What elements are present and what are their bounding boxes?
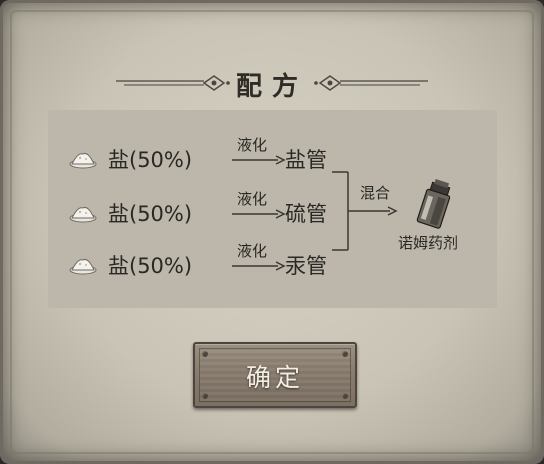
nail-icon — [202, 351, 208, 357]
nail-icon — [342, 351, 348, 357]
right-ornament-icon — [314, 75, 428, 91]
product-label: 诺姆药剂 — [398, 234, 459, 252]
title-bar: 配方 — [116, 62, 428, 102]
ingredient-label: 盐(50%) — [108, 202, 193, 226]
potion-icon — [416, 179, 451, 229]
ingredient-label: 盐(50%) — [108, 254, 193, 278]
result-label: 硫管 — [285, 202, 327, 226]
recipe-dialog: 配方 盐(50%) 液化 盐管 盐(50%) 液化 硫管 盐(50%) 液化 汞… — [0, 0, 544, 464]
result-label: 汞管 — [285, 254, 327, 278]
salt-pile-icon — [69, 259, 97, 275]
process-label: 液化 — [237, 190, 268, 208]
process-label: 液化 — [237, 136, 268, 154]
confirm-label: 确定 — [245, 363, 304, 392]
ingredient-label: 盐(50%) — [108, 148, 193, 172]
result-label: 盐管 — [285, 148, 327, 172]
arrow-right-icon — [232, 261, 286, 271]
mix-bracket — [332, 171, 398, 251]
arrow-right-icon — [232, 209, 286, 219]
recipe-panel: 盐(50%) 液化 盐管 盐(50%) 液化 硫管 盐(50%) 液化 汞管 混… — [48, 110, 497, 308]
arrow-right-icon — [232, 155, 286, 165]
salt-pile-icon — [69, 153, 97, 169]
confirm-button[interactable]: 确定 — [193, 342, 357, 408]
salt-pile-icon — [69, 207, 97, 223]
process-label: 液化 — [237, 242, 268, 260]
mix-label: 混合 — [360, 184, 391, 202]
